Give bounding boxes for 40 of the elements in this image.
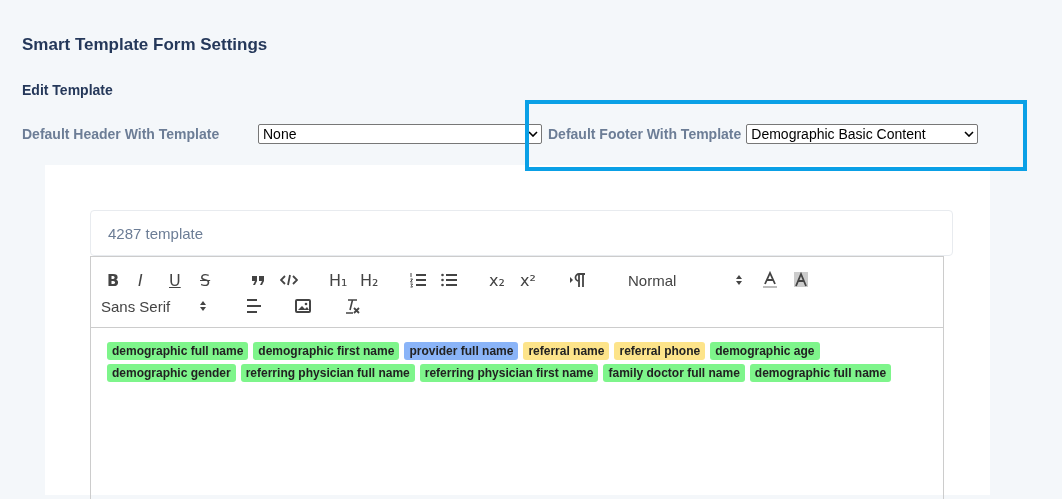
up-down-icon[interactable] bbox=[199, 300, 207, 312]
page-title: Smart Template Form Settings bbox=[22, 34, 269, 55]
format-button[interactable]: x² bbox=[520, 268, 551, 292]
format-button[interactable]: H₂ bbox=[360, 268, 391, 292]
footer-select[interactable]: Demographic Basic Content bbox=[746, 124, 979, 144]
format-picker[interactable]: Normal bbox=[628, 271, 677, 289]
clear-format-icon[interactable] bbox=[343, 297, 361, 315]
paragraph-direction-icon[interactable] bbox=[569, 271, 587, 289]
merge-tag: referring physician full name bbox=[240, 364, 415, 382]
field-label: Default Footer With Template bbox=[548, 126, 742, 142]
merge-tag: demographic first name bbox=[253, 342, 400, 360]
merge-tag: demographic full name bbox=[107, 342, 249, 360]
merge-tag: demographic gender bbox=[107, 364, 236, 382]
format-button[interactable]: U bbox=[169, 268, 200, 292]
chevron-down-icon bbox=[528, 131, 538, 137]
numbered-list-icon[interactable] bbox=[409, 271, 427, 289]
format-picker[interactable]: Sans Serif bbox=[101, 297, 171, 315]
merge-tag: referral phone bbox=[614, 342, 706, 360]
text-color-icon[interactable] bbox=[761, 271, 779, 289]
merge-tag: demographic age bbox=[710, 342, 820, 360]
up-down-icon[interactable] bbox=[735, 274, 743, 286]
align-icon[interactable] bbox=[245, 297, 263, 315]
format-button[interactable]: B bbox=[107, 268, 138, 292]
format-button[interactable]: S bbox=[200, 268, 231, 292]
format-button[interactable]: I bbox=[138, 268, 169, 292]
merge-tag: provider full name bbox=[404, 342, 519, 360]
section-title: Edit Template bbox=[22, 81, 114, 99]
header-select[interactable]: None bbox=[258, 124, 542, 144]
bullet-list-icon[interactable] bbox=[440, 271, 458, 289]
field-label: Default Header With Template bbox=[22, 126, 221, 142]
background-color-icon[interactable] bbox=[792, 271, 810, 289]
template-name-field[interactable]: 4287 template bbox=[90, 210, 953, 256]
merge-tag: referral name bbox=[523, 342, 610, 360]
merge-tag: referring physician first name bbox=[419, 364, 599, 382]
format-button[interactable]: H₁ bbox=[329, 268, 360, 292]
merge-tag: family doctor full name bbox=[603, 364, 745, 382]
chevron-down-icon bbox=[964, 131, 975, 137]
format-button[interactable]: x₂ bbox=[489, 268, 520, 292]
merge-tag: demographic full name bbox=[749, 364, 892, 382]
image-icon[interactable] bbox=[294, 297, 312, 315]
